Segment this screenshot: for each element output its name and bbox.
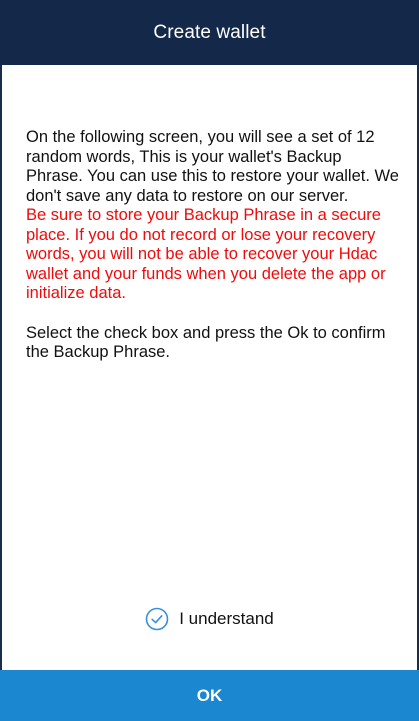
create-wallet-screen: Create wallet On the following screen, y… <box>0 0 419 721</box>
backup-phrase-warning-text: Be sure to store your Backup Phrase in a… <box>26 206 386 302</box>
understand-label[interactable]: I understand <box>179 609 274 629</box>
understand-checkbox[interactable]: I understand <box>2 607 417 631</box>
backup-instructions: On the following screen, you will see a … <box>22 128 402 363</box>
confirm-instruction-text: Select the check box and press the Ok to… <box>26 323 386 362</box>
backup-phrase-info-text: On the following screen, you will see a … <box>26 128 399 205</box>
page-title: Create wallet <box>153 21 266 43</box>
check-circle-icon[interactable] <box>145 607 169 631</box>
app-header: Create wallet <box>0 0 419 65</box>
ok-button[interactable]: OK <box>0 670 419 721</box>
